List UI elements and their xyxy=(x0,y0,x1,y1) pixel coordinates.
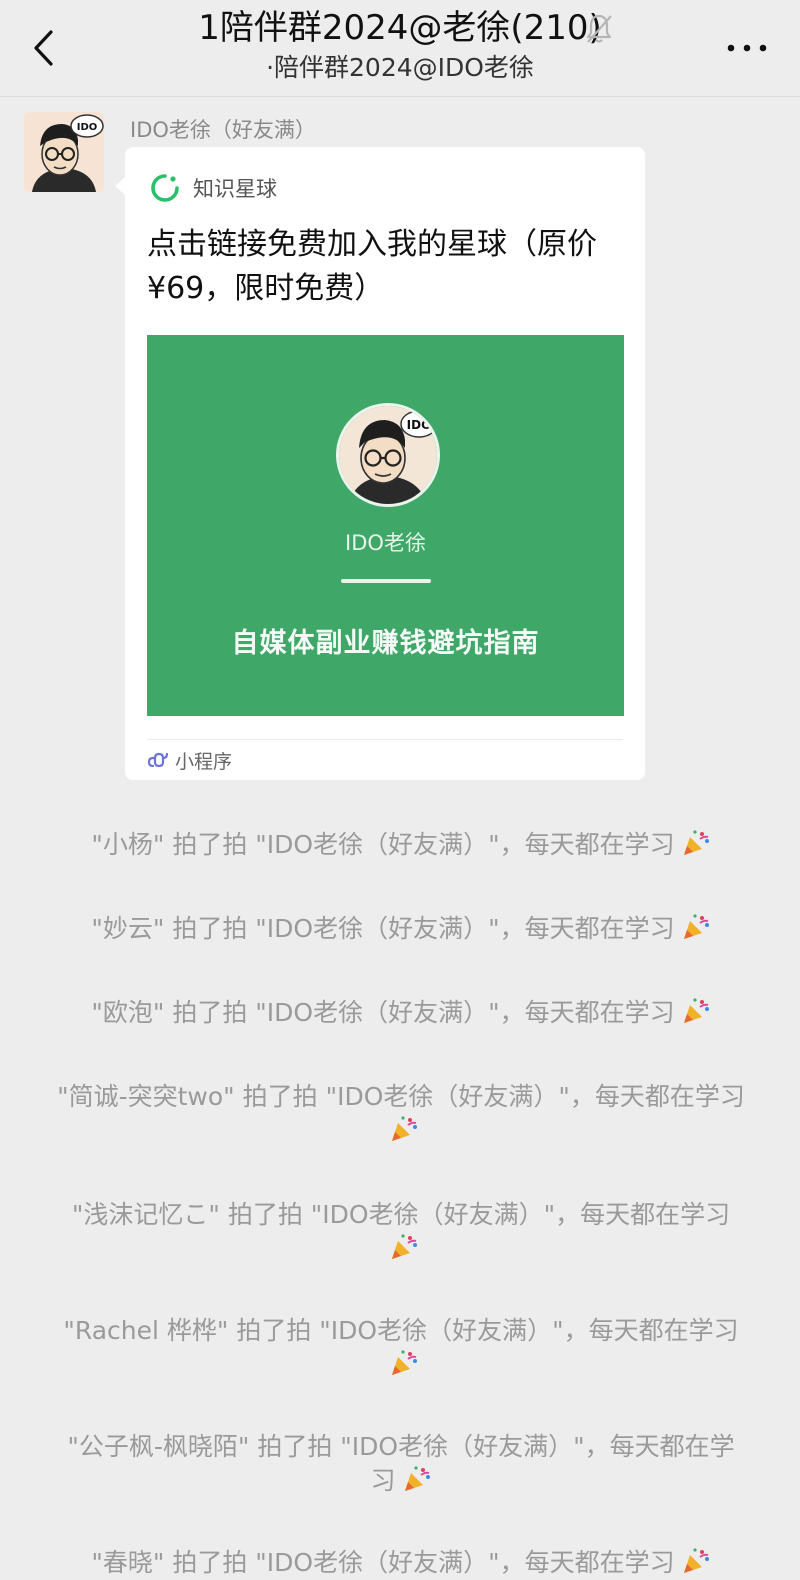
party-popper-icon xyxy=(392,1234,417,1259)
party-popper-icon xyxy=(392,1350,417,1375)
pat-notice-text: "简诚-突突two" 拍了拍 "IDO老徐（好友满）"，每天都在学习 xyxy=(57,1082,745,1111)
chat-title: 1陪伴群2024@老徐(210) xyxy=(198,8,602,48)
cover-divider xyxy=(341,579,431,583)
more-dots-icon xyxy=(727,44,767,52)
party-popper-icon xyxy=(392,1116,417,1141)
pat-notice-text: "春晓" 拍了拍 "IDO老徐（好友满）"，每天都在学习 xyxy=(91,1548,675,1577)
avatar-badge-text: IDO xyxy=(77,122,98,133)
cover-avatar-badge-text: IDO xyxy=(407,418,432,432)
mini-program-icon xyxy=(147,752,169,768)
cartoon-avatar-icon: IDO xyxy=(24,112,104,192)
party-popper-icon xyxy=(683,1548,709,1573)
card-footer: 小程序 xyxy=(147,739,623,780)
party-popper-icon xyxy=(683,914,709,939)
pat-notice-text: "Rachel 桦桦" 拍了拍 "IDO老徐（好友满）"，每天都在学习 xyxy=(63,1316,739,1345)
mini-program-card[interactable]: 知识星球 点击链接免费加入我的星球（原价¥69，限时免费） IDO IDO老徐 … xyxy=(115,147,645,780)
card-title: 点击链接免费加入我的星球（原价¥69，限时免费） xyxy=(147,227,597,306)
pat-notice: "简诚-突突two" 拍了拍 "IDO老徐（好友满）"，每天都在学习 xyxy=(56,1080,746,1148)
chat-subtitle: ·陪伴群2024@IDO老徐 xyxy=(266,53,534,82)
party-popper-icon xyxy=(683,998,709,1023)
pat-notice: "小杨" 拍了拍 "IDO老徐（好友满）"，每天都在学习 xyxy=(56,828,746,862)
cartoon-avatar-icon: IDO xyxy=(339,406,437,504)
cover-avatar: IDO xyxy=(336,403,440,507)
pat-notice: "浅沫记忆こ" 拍了拍 "IDO老徐（好友满）"，每天都在学习 xyxy=(56,1198,746,1266)
more-options-button[interactable] xyxy=(724,30,770,66)
pat-notice-text: "妙云" 拍了拍 "IDO老徐（好友满）"，每天都在学习 xyxy=(91,914,675,943)
card-cover-image: IDO IDO老徐 自媒体副业赚钱避坑指南 xyxy=(147,335,624,716)
pat-notice: "妙云" 拍了拍 "IDO老徐（好友满）"，每天都在学习 xyxy=(56,912,746,946)
cover-name: IDO老徐 xyxy=(345,531,426,555)
mute-bell-icon xyxy=(586,14,612,43)
pat-notice: "公子枫-枫晓陌" 拍了拍 "IDO老徐（好友满）"，每天都在学习 xyxy=(56,1430,746,1498)
pat-notice: "Rachel 桦桦" 拍了拍 "IDO老徐（好友满）"，每天都在学习 xyxy=(56,1314,746,1382)
party-popper-icon xyxy=(683,830,709,855)
mini-program-label: 小程序 xyxy=(175,750,233,773)
sender-avatar[interactable]: IDO xyxy=(24,112,104,192)
pat-notice-text: "欧泡" 拍了拍 "IDO老徐（好友满）"，每天都在学习 xyxy=(91,998,675,1027)
cover-slogan: 自媒体副业赚钱避坑指南 xyxy=(231,628,540,659)
pat-notice: "春晓" 拍了拍 "IDO老徐（好友满）"，每天都在学习 xyxy=(56,1546,746,1580)
card-app-name: 知识星球 xyxy=(193,177,277,201)
pat-notice-text: "小杨" 拍了拍 "IDO老徐（好友满）"，每天都在学习 xyxy=(91,830,675,859)
sender-name: IDO老徐（好友满） xyxy=(130,118,316,142)
party-popper-icon xyxy=(404,1466,430,1491)
card-app-row: 知识星球 xyxy=(149,171,277,205)
pat-notice-text: "浅沫记忆こ" 拍了拍 "IDO老徐（好友满）"，每天都在学习 xyxy=(71,1200,731,1229)
pat-notice: "欧泡" 拍了拍 "IDO老徐（好友满）"，每天都在学习 xyxy=(56,996,746,1030)
chat-header: 1陪伴群2024@老徐(210) ·陪伴群2024@IDO老徐 xyxy=(0,0,800,97)
zsxq-logo-icon xyxy=(151,174,179,202)
